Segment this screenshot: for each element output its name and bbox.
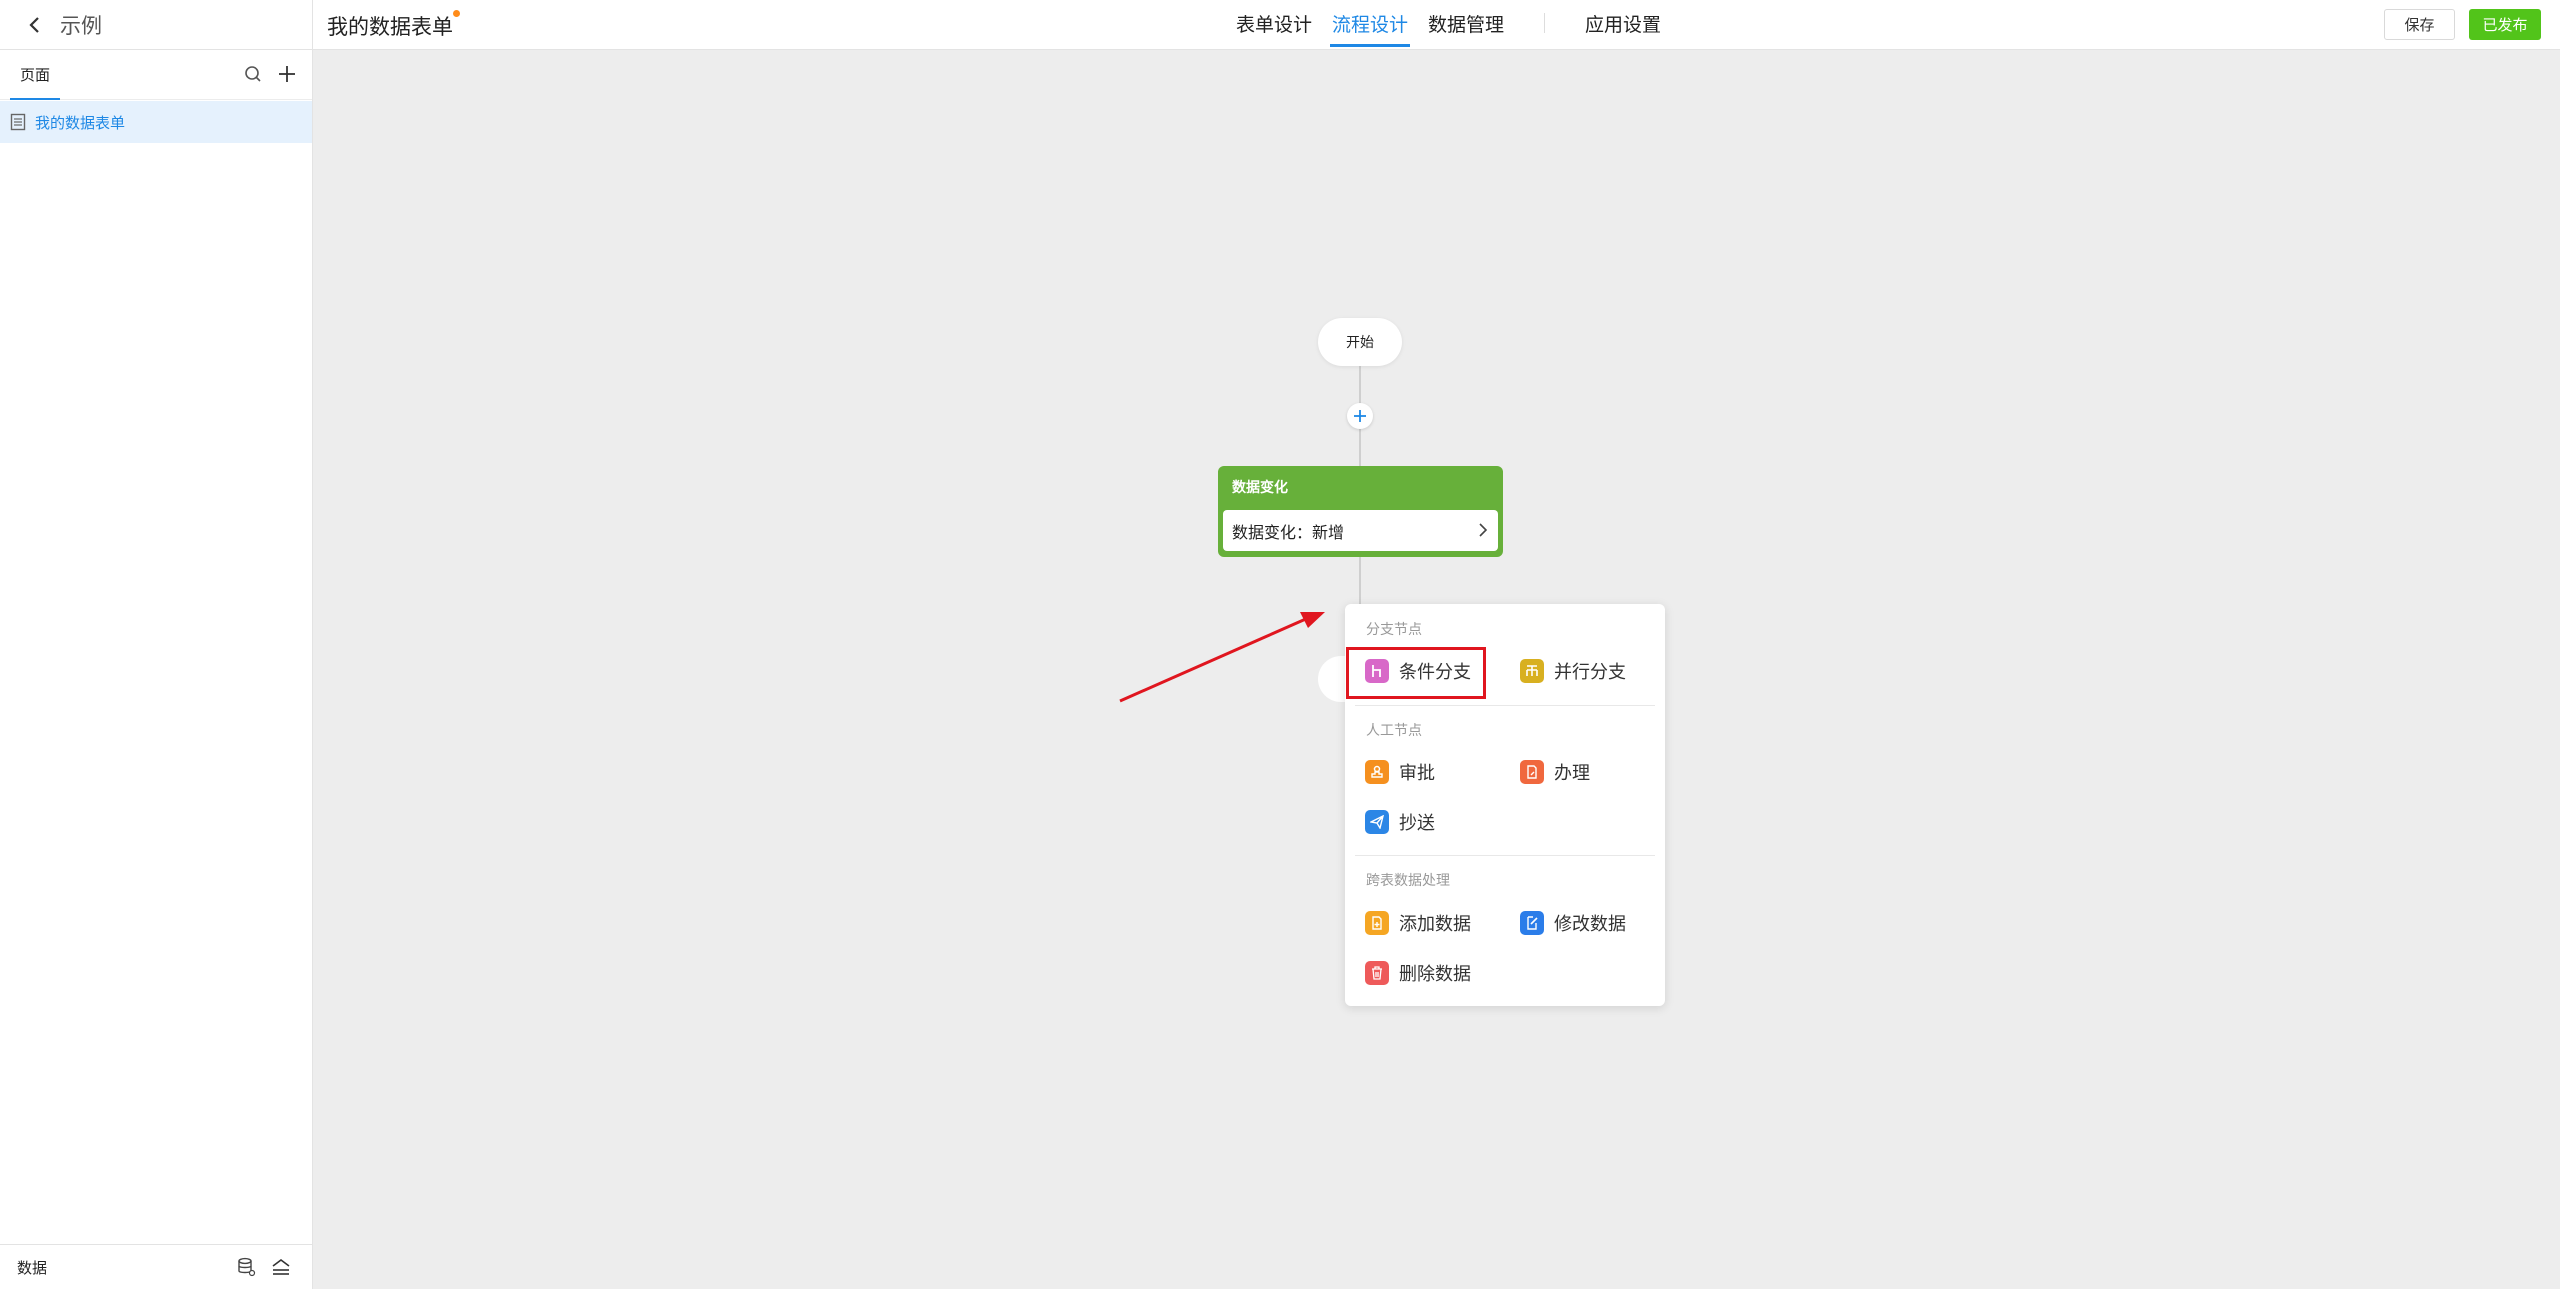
plus-icon — [1354, 410, 1366, 422]
cc-send-icon — [1365, 810, 1389, 834]
app-header: 示例 — [0, 0, 313, 50]
sidebar-footer: 数据 — [0, 1244, 312, 1289]
trigger-node[interactable]: 数据变化 数据变化：新增 — [1218, 466, 1503, 557]
add-data-icon — [1365, 911, 1389, 935]
menu-item-approve[interactable]: 审批 — [1365, 752, 1435, 792]
menu-item-label: 审批 — [1399, 763, 1435, 784]
menu-divider — [1355, 855, 1655, 856]
save-button[interactable]: 保存 — [2384, 9, 2455, 40]
database-icon[interactable] — [236, 1257, 256, 1277]
menu-item-add-data[interactable]: 添加数据 — [1365, 903, 1471, 943]
collapse-icon[interactable] — [270, 1257, 292, 1277]
menu-divider — [1355, 705, 1655, 706]
annotation-highlight-box — [1346, 647, 1486, 699]
sidebar-item-label: 我的数据表单 — [35, 113, 126, 132]
flow-connector — [1359, 557, 1361, 607]
annotation-arrow-icon — [1119, 612, 1325, 703]
tab-divider — [1544, 13, 1546, 33]
delete-data-icon — [1365, 961, 1389, 985]
menu-item-label: 修改数据 — [1554, 914, 1626, 935]
menu-section-branch: 分支节点 — [1366, 622, 1422, 638]
sidebar-tabs: 页面 — [0, 50, 312, 100]
menu-item-label: 抄送 — [1399, 813, 1435, 834]
trigger-node-body: 数据变化：新增 — [1223, 510, 1498, 551]
edit-data-icon — [1520, 911, 1544, 935]
search-icon[interactable] — [243, 64, 263, 84]
menu-item-label: 删除数据 — [1399, 964, 1471, 985]
unsaved-indicator — [453, 10, 460, 17]
app-name: 示例 — [60, 14, 102, 38]
main-tabs: 表单设计 流程设计 数据管理 应用设置 — [1226, 0, 1671, 50]
add-page-icon[interactable] — [276, 63, 298, 85]
add-node-button[interactable] — [1347, 403, 1373, 429]
trigger-condition-text: 数据变化：新增 — [1232, 522, 1345, 542]
menu-item-handle[interactable]: 办理 — [1520, 752, 1590, 792]
trigger-node-title: 数据变化 — [1232, 480, 1288, 496]
form-title: 我的数据表单 — [327, 15, 453, 39]
tab-data-management[interactable]: 数据管理 — [1418, 0, 1514, 46]
start-node[interactable]: 开始 — [1318, 318, 1402, 366]
tab-pages[interactable]: 页面 — [10, 50, 60, 100]
menu-section-manual: 人工节点 — [1366, 723, 1422, 739]
publish-button[interactable]: 已发布 — [2469, 9, 2541, 40]
menu-item-label: 并行分支 — [1554, 662, 1626, 683]
tab-form-design[interactable]: 表单设计 — [1226, 0, 1322, 46]
sidebar-item-my-data-form[interactable]: 我的数据表单 — [0, 101, 312, 143]
sidebar: 页面 我的数据表单 数据 — [0, 50, 313, 1289]
top-bar: 示例 我的数据表单 表单设计 流程设计 数据管理 应用设置 保存 已发布 — [0, 0, 2560, 50]
approve-icon — [1365, 760, 1389, 784]
menu-item-parallel-branch[interactable]: 并行分支 — [1520, 651, 1626, 691]
menu-section-cross-table: 跨表数据处理 — [1366, 873, 1450, 889]
data-section-label: 数据 — [17, 1258, 48, 1277]
menu-item-label: 办理 — [1554, 763, 1590, 784]
chevron-right-icon — [1479, 523, 1488, 537]
menu-item-edit-data[interactable]: 修改数据 — [1520, 903, 1626, 943]
tab-flow-design[interactable]: 流程设计 — [1322, 0, 1418, 47]
menu-item-delete-data[interactable]: 删除数据 — [1365, 953, 1471, 993]
form-page-icon — [10, 113, 26, 131]
menu-item-cc[interactable]: 抄送 — [1365, 802, 1435, 842]
handle-icon — [1520, 760, 1544, 784]
menu-item-label: 添加数据 — [1399, 914, 1471, 935]
back-arrow-icon[interactable] — [24, 14, 46, 36]
tab-app-settings[interactable]: 应用设置 — [1575, 0, 1671, 46]
parallel-branch-icon — [1520, 659, 1544, 683]
